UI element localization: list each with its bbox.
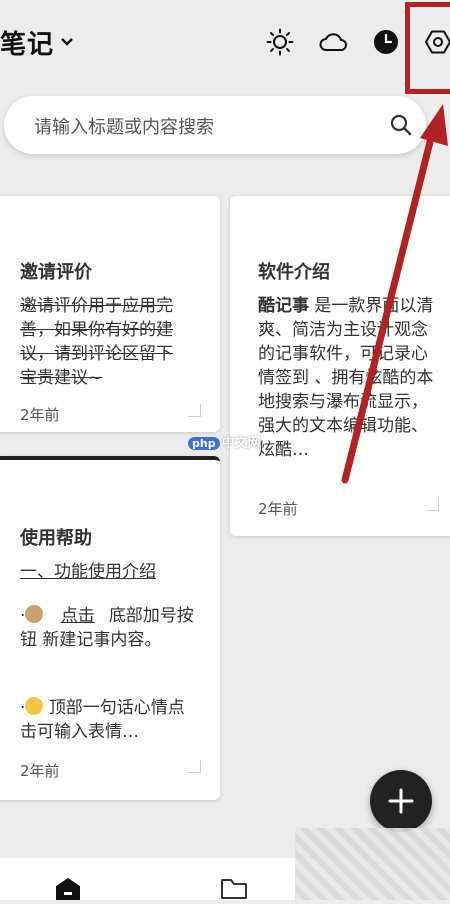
- annotation-arrow-icon: [341, 104, 448, 484]
